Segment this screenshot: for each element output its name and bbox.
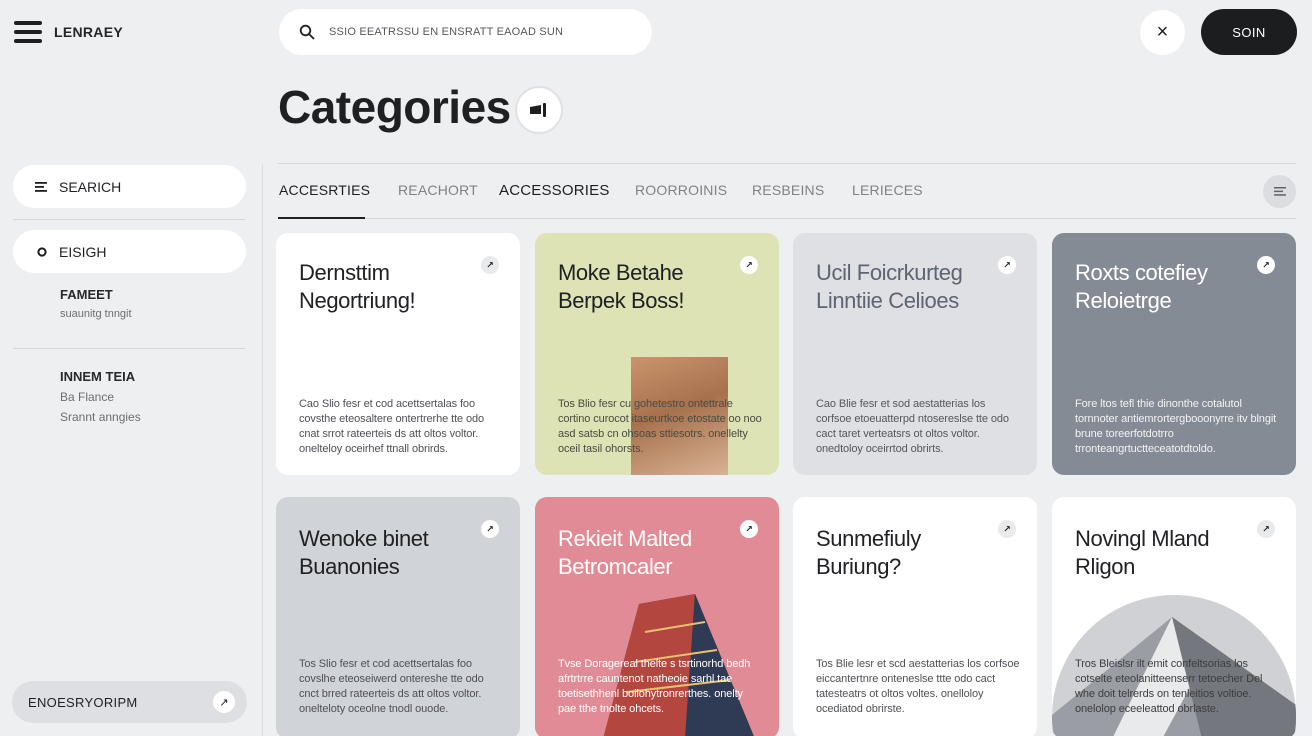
- card-description: Cao Blie fesr et sod aestatterias los co…: [816, 398, 1009, 455]
- menu-icon[interactable]: [14, 21, 42, 43]
- category-card[interactable]: Novingl Mland Rligon ↗ Tros Bleislsr ilt…: [1052, 497, 1296, 736]
- category-card[interactable]: Roxts cotefiey Reloietrge ↗ Fore ltos te…: [1052, 233, 1296, 475]
- card-title: Roxts cotefiey Reloietrge: [1075, 260, 1208, 313]
- brand-logo: LENRAEY: [54, 24, 123, 40]
- tab-resbeins[interactable]: RESBEINS: [752, 182, 824, 198]
- arrow-up-right-icon[interactable]: ↗: [1257, 520, 1275, 538]
- arrow-up-right-icon[interactable]: ↗: [740, 520, 758, 538]
- card-title: Moke Betahe Berpek Boss!: [558, 260, 685, 313]
- card-description: Cao Slio fesr et cod acettsertalas foo c…: [299, 398, 485, 455]
- category-card[interactable]: Ucil Foicrkurteg Linntiie Celioes ↗ Cao …: [793, 233, 1037, 475]
- arrow-up-right-icon: ↗: [213, 691, 235, 713]
- sidebar-group-item[interactable]: Ba Flance: [60, 390, 114, 404]
- sidebar-divider: [13, 219, 245, 220]
- card-title: Novingl Mland Rligon: [1075, 526, 1210, 579]
- card-title: Rekieit Malted Betromcaler: [558, 526, 692, 579]
- search-bar[interactable]: [279, 9, 652, 55]
- radio-dot-icon: [33, 246, 51, 257]
- active-tab-indicator: [278, 217, 365, 219]
- tab-lerieces[interactable]: LERIECES: [852, 182, 923, 198]
- card-title: Ucil Foicrkurteg Linntiie Celioes: [816, 260, 963, 313]
- sidebar-item-active[interactable]: EISIGH: [13, 230, 246, 273]
- sidebar-bottom-button[interactable]: ENOESRYORIPM ↗: [12, 681, 247, 723]
- sidebar-divider: [13, 348, 245, 349]
- sidebar-group-title[interactable]: INNEM TEIA: [60, 369, 135, 384]
- card-description: Tvse Doragereal thelte s tsrtinorhd bedh…: [558, 658, 751, 715]
- arrow-up-right-icon[interactable]: ↗: [998, 256, 1016, 274]
- card-title: Sunmefiuly Buriung?: [816, 526, 921, 579]
- tab-reachort[interactable]: REACHORT: [398, 182, 478, 198]
- sidebar-search-button[interactable]: SEARICH: [13, 165, 246, 208]
- tab-accessories[interactable]: ACCESSORIES: [499, 182, 610, 199]
- arrow-up-right-icon[interactable]: ↗: [481, 520, 499, 538]
- card-description: Fore ltos tefl thie dinonthe cotalutol t…: [1075, 398, 1277, 455]
- close-icon: ×: [1156, 21, 1169, 43]
- sidebar-group-item[interactable]: Srannt anngies: [60, 410, 141, 424]
- page-title: Categories: [278, 81, 511, 133]
- search-icon: [299, 24, 315, 40]
- card-description: Tos Blie lesr et scd aestatterias los co…: [816, 658, 1020, 715]
- arrow-up-right-icon[interactable]: ↗: [740, 256, 758, 274]
- tab-accessories-primary[interactable]: ACCESRTIES: [279, 182, 370, 198]
- card-title: Wenoke binet Buanonies: [299, 526, 429, 579]
- card-description: Tos Slio fesr et cod acettsertalas foo c…: [299, 658, 484, 715]
- search-input[interactable]: [329, 26, 619, 38]
- sidebar-group-title[interactable]: FAMEET: [60, 287, 113, 302]
- tabs-border-top: [278, 163, 1296, 164]
- category-card[interactable]: Wenoke binet Buanonies ↗ Tos Slio fesr e…: [276, 497, 520, 736]
- close-button[interactable]: ×: [1140, 10, 1185, 55]
- sidebar-item-label: EISIGH: [59, 243, 107, 260]
- category-badge-icon[interactable]: [515, 86, 563, 134]
- tab-roorroinis[interactable]: ROORROINIS: [635, 182, 727, 198]
- arrow-up-right-icon[interactable]: ↗: [1257, 256, 1275, 274]
- category-card[interactable]: Sunmefiuly Buriung? ↗ Tos Blie lesr et s…: [793, 497, 1037, 736]
- arrow-up-right-icon[interactable]: ↗: [481, 256, 499, 274]
- category-card[interactable]: Moke Betahe Berpek Boss! ↗ Tos Blio fesr…: [535, 233, 779, 475]
- list-icon: [33, 181, 51, 192]
- card-description: Tros Bleislsr ilt emit confeltsorias los…: [1075, 658, 1263, 715]
- category-card[interactable]: Dernsttim Negortriung! ↗ Cao Slio fesr e…: [276, 233, 520, 475]
- filter-button[interactable]: [1263, 175, 1296, 208]
- signin-button[interactable]: SOIN: [1201, 9, 1297, 55]
- card-description: Tos Blio fesr cu gohetestro ontettrale c…: [558, 398, 762, 455]
- sidebar-search-label: SEARICH: [59, 178, 122, 195]
- filter-icon: [1273, 187, 1286, 196]
- arrow-up-right-icon[interactable]: ↗: [998, 520, 1016, 538]
- sidebar-bottom-label: ENOESRYORIPM: [28, 694, 138, 710]
- tabs-border-bottom: [278, 218, 1296, 219]
- card-title: Dernsttim Negortriung!: [299, 260, 416, 313]
- sidebar-group-item[interactable]: suaunitg tnngit: [60, 308, 132, 320]
- category-card[interactable]: Rekieit Malted Betromcaler ↗ Tvse Dorage…: [535, 497, 779, 736]
- sidebar-border: [262, 164, 263, 736]
